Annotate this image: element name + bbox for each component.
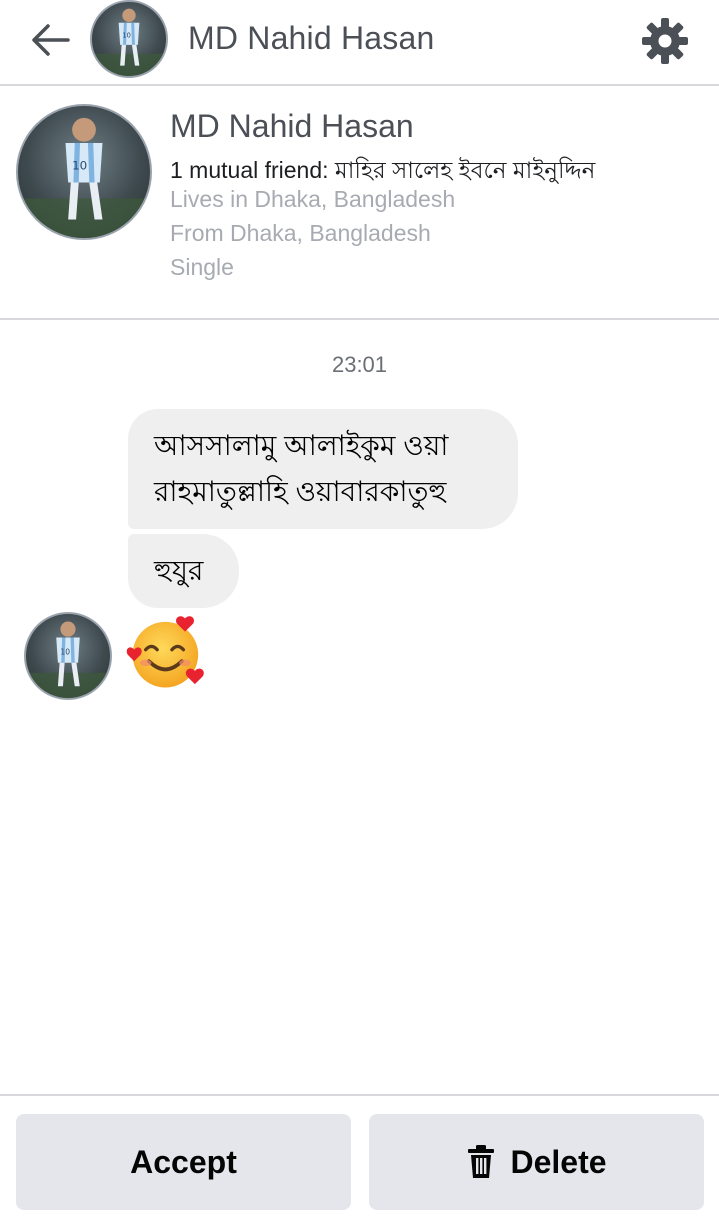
message-bubble[interactable]: হুযুর bbox=[128, 534, 239, 608]
top-bar: 10 MD Nahid Hasan bbox=[0, 0, 719, 86]
message-text-line: রাহমাতুল্লাহি ওয়াবারকাতুহু bbox=[154, 476, 447, 507]
accept-label: Accept bbox=[130, 1143, 237, 1180]
gear-icon bbox=[642, 18, 688, 64]
hometown-text: From Dhaka, Bangladesh bbox=[170, 220, 431, 246]
header-title[interactable]: MD Nahid Hasan bbox=[188, 20, 434, 57]
message-timestamp: 23:01 bbox=[331, 352, 388, 377]
svg-text:10: 10 bbox=[60, 647, 70, 656]
trash-icon bbox=[466, 1144, 496, 1180]
delete-label: Delete bbox=[510, 1143, 607, 1180]
player-photo: 10 bbox=[92, 8, 166, 76]
request-actions-bar: Accept Delete bbox=[0, 1094, 719, 1223]
accept-button[interactable]: Accept bbox=[16, 1114, 351, 1210]
message-bubble[interactable]: আসসালামু আলাইকুম ওয়া রাহমাতুল্লাহি ওয়া… bbox=[128, 409, 518, 529]
player-photo: 10 bbox=[18, 117, 150, 238]
profile-name[interactable]: MD Nahid Hasan bbox=[170, 108, 414, 145]
profile-avatar[interactable]: 10 bbox=[16, 104, 152, 240]
header-avatar[interactable]: 10 bbox=[90, 0, 168, 78]
svg-text:10: 10 bbox=[122, 32, 130, 40]
svg-text:10: 10 bbox=[72, 158, 87, 172]
settings-button[interactable] bbox=[636, 12, 694, 70]
lives-in-text: Lives in Dhaka, Bangladesh bbox=[170, 186, 456, 212]
message-request-screen: 10 MD Nahid Hasan 10 MD Nahid Hasan 1 mu… bbox=[0, 0, 719, 1223]
delete-button[interactable]: Delete bbox=[369, 1114, 704, 1210]
sender-avatar[interactable]: 10 bbox=[24, 612, 112, 700]
message-text-line: আসসালামু আলাইকুম ওয়া bbox=[154, 430, 449, 461]
smiling-hearts-icon bbox=[126, 616, 204, 688]
smiling-face-with-hearts-emoji[interactable] bbox=[126, 612, 208, 694]
profile-card: 10 MD Nahid Hasan 1 mutual friend: মাহির… bbox=[0, 88, 719, 320]
relationship-status: Single bbox=[170, 254, 234, 280]
back-button[interactable] bbox=[24, 14, 76, 66]
player-photo: 10 bbox=[26, 621, 110, 698]
message-text: হুযুর bbox=[154, 555, 204, 586]
arrow-left-icon bbox=[32, 24, 70, 56]
